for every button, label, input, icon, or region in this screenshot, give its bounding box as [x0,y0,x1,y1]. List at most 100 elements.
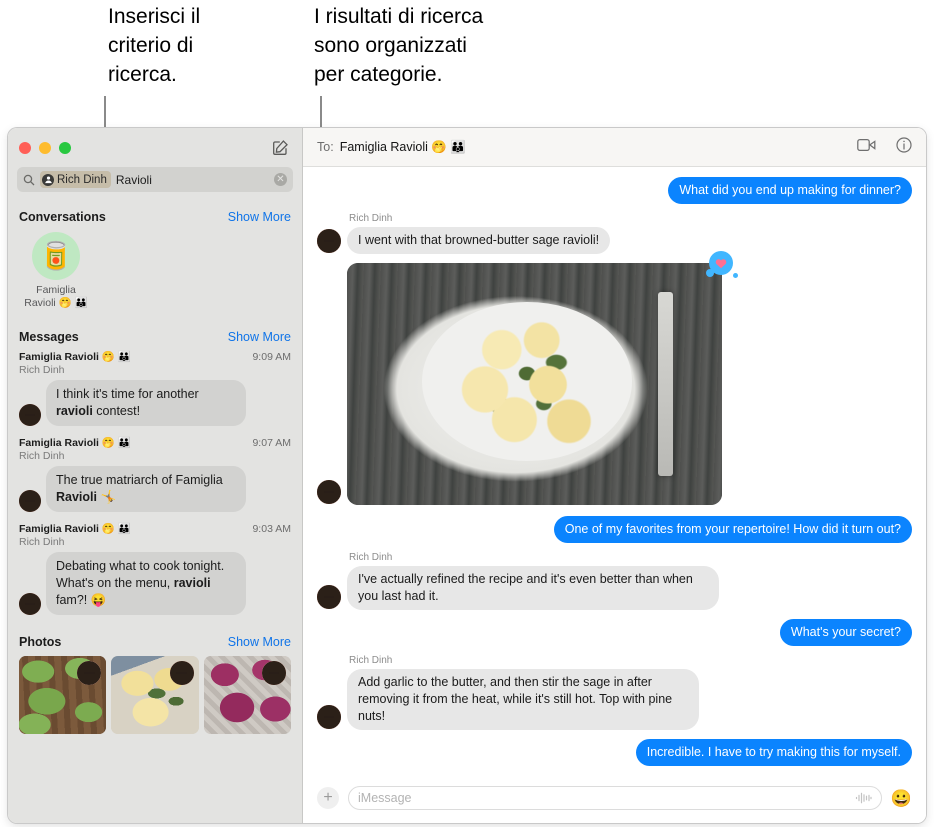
message-row-outgoing: What's your secret? [317,619,912,646]
show-more-conversations[interactable]: Show More [228,210,291,224]
message-row-outgoing: What did you end up making for dinner? [317,177,912,204]
screenshot-root: Inserisci il criterio di ricerca. I risu… [0,0,934,827]
message-sender-name: Rich Dinh [349,213,393,224]
photo-thumbnail[interactable] [111,656,199,734]
message-sender-name: Rich Dinh [349,552,393,563]
message-result-chat: Famiglia Ravioli 🤭 👪 [19,351,131,363]
facetime-icon[interactable] [857,138,876,157]
search-query-text: Ravioli [115,172,152,187]
minimize-button[interactable] [39,141,51,154]
recipient-name[interactable]: Famiglia Ravioli 🤭 👪 [340,140,466,155]
message-bubble-incoming: I went with that browned-butter sage rav… [347,227,611,254]
imessage-input[interactable]: iMessage [348,786,882,810]
message-row-incoming: Rich Dinh Add garlic to the butter, and … [317,655,912,730]
emoji-smiley-icon[interactable]: 😀 [891,790,912,807]
message-result-sender: Rich Dinh [19,450,65,462]
header-actions [857,136,912,158]
close-button[interactable] [19,141,31,154]
message-result-bubble-row: Debating what to cook tonight. What's on… [19,552,291,615]
search-wrap: Rich Dinh Ravioli ✕ [8,167,302,202]
avatar [19,593,41,615]
msg-text-before: The true matriarch of Famiglia [56,473,223,487]
msg-text-highlight: ravioli [56,404,93,418]
message-bubble-outgoing: One of my favorites from your repertoire… [553,516,912,543]
avatar [19,490,41,512]
section-header-photos: Photos Show More [8,631,302,651]
message-result-sender: Rich Dinh [19,536,65,548]
photo-sender-avatar [77,661,102,685]
message-result-chat: Famiglia Ravioli 🤭 👪 [19,523,131,535]
photo-thumbnail[interactable] [19,656,107,734]
msg-text-after: fam?! 😝 [56,593,107,607]
section-header-messages: Messages Show More [8,326,302,346]
photo-image-ravioli-plate [347,263,722,505]
message-result-item[interactable]: Famiglia Ravioli 🤭 👪 9:07 AM Rich Dinh T… [8,432,302,518]
section-header-conversations: Conversations Show More [8,206,302,226]
show-more-messages[interactable]: Show More [228,330,291,344]
message-result-text: Debating what to cook tonight. What's on… [46,552,246,615]
message-result-bubble-row: The true matriarch of Famiglia Ravioli 🤸 [19,466,291,512]
msg-text-highlight: ravioli [173,576,211,590]
message-result-bubble-row: I think it's time for another ravioli co… [19,380,291,426]
contact-icon [42,173,54,186]
avatar [317,705,341,729]
window-controls [19,141,71,154]
photo-thumbnail[interactable] [203,656,291,734]
message-row-incoming-image [317,251,912,505]
conversation-name: Famiglia Ravioli 🤭 👪 [24,284,88,309]
message-row-outgoing: One of my favorites from your repertoire… [317,516,912,543]
search-token-contact[interactable]: Rich Dinh [40,171,111,188]
section-title-photos: Photos [19,635,62,649]
message-sender-name: Rich Dinh [349,655,393,666]
msg-text-after: 🤸 [97,490,117,504]
show-more-photos[interactable]: Show More [228,635,291,649]
message-result-text: The true matriarch of Famiglia Ravioli 🤸 [46,466,246,512]
imessage-placeholder: iMessage [358,791,412,805]
incoming-message-column: Rich Dinh Add garlic to the butter, and … [347,655,699,730]
callout-search-criteria: Inserisci il criterio di ricerca. [108,5,201,86]
message-result-time: 9:07 AM [252,437,291,449]
callout-results-categories: I risultati di ricerca sono organizzati … [314,5,484,86]
message-result-text: I think it's time for another ravioli co… [46,380,246,426]
msg-text-after: contest! [92,404,141,418]
message-attachment-image[interactable] [347,263,722,505]
avatar [317,585,341,609]
conversation-pane: To: Famiglia Ravioli 🤭 👪 What did you en… [303,128,926,823]
search-token-label: Rich Dinh [57,173,107,186]
message-result-item[interactable]: Famiglia Ravioli 🤭 👪 9:03 AM Rich Dinh D… [8,518,302,621]
message-bubble-incoming: I've actually refined the recipe and it'… [347,566,719,610]
message-thread[interactable]: What did you end up making for dinner? R… [303,167,926,779]
conversation-result-item[interactable]: 🥫 Famiglia Ravioli 🤭 👪 [19,232,93,310]
compose-icon[interactable] [269,137,291,159]
message-result-meta: Famiglia Ravioli 🤭 👪 9:03 AM [19,522,291,535]
audio-waveform-icon[interactable] [855,792,872,804]
info-icon[interactable] [896,136,912,158]
message-bubble-outgoing: What's your secret? [779,619,912,646]
photo-sender-avatar [169,661,194,685]
message-result-time: 9:03 AM [252,523,291,535]
search-input[interactable]: Rich Dinh Ravioli ✕ [17,167,293,192]
sidebar-results[interactable]: Conversations Show More 🥫 Famiglia Ravio… [8,202,302,823]
message-bubble-outgoing: What did you end up making for dinner? [668,177,912,204]
photos-list [8,651,302,734]
msg-text-highlight: Ravioli [56,490,97,504]
search-icon [23,174,35,186]
plus-icon[interactable]: + [317,787,339,809]
message-result-meta: Famiglia Ravioli 🤭 👪 9:09 AM [19,350,291,363]
tapback-heart-icon[interactable] [706,251,738,278]
message-result-item[interactable]: Famiglia Ravioli 🤭 👪 9:09 AM Rich Dinh I… [8,346,302,432]
message-result-time: 9:09 AM [252,351,291,363]
message-composer: + iMessage 😀 [303,779,926,823]
photo-sender-avatar [261,661,286,685]
conversation-avatar: 🥫 [32,232,80,280]
message-bubble-incoming: Add garlic to the butter, and then stir … [347,669,699,730]
avatar [317,229,341,253]
messages-window: Rich Dinh Ravioli ✕ Conversations Show M… [8,128,926,823]
msg-text-before: I think it's time for another [56,387,199,401]
zoom-button[interactable] [59,141,71,154]
message-result-meta: Famiglia Ravioli 🤭 👪 9:07 AM [19,436,291,449]
section-title-conversations: Conversations [19,210,106,224]
message-row-incoming: Rich Dinh I went with that browned-butte… [317,213,912,254]
message-result-sender: Rich Dinh [19,364,65,376]
clear-icon[interactable]: ✕ [274,173,287,186]
